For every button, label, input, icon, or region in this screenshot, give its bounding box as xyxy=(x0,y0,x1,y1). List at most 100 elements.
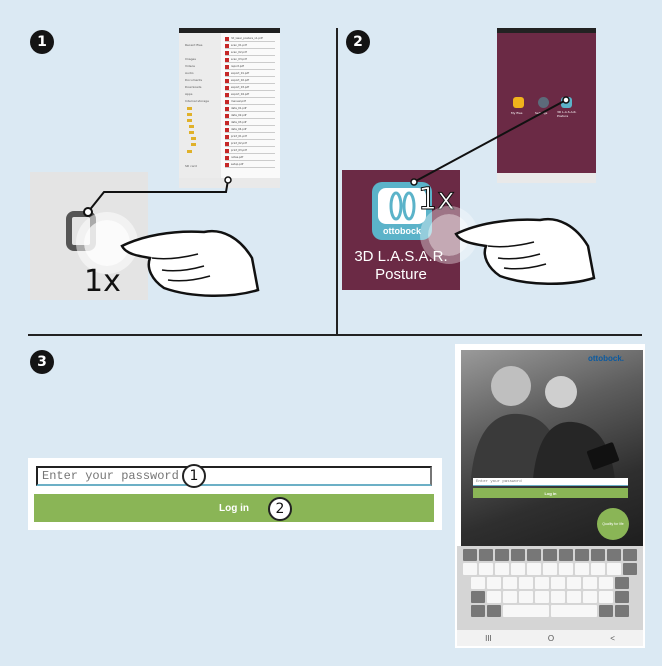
keyboard-key[interactable] xyxy=(487,605,501,617)
android-nav-bar xyxy=(497,173,596,183)
tap-count-label: 1x xyxy=(84,264,121,299)
keyboard-key[interactable] xyxy=(551,591,565,603)
keyboard-key[interactable] xyxy=(511,549,525,561)
file-row[interactable]: export_02.pdf xyxy=(225,79,275,84)
spacebar-key[interactable] xyxy=(551,605,597,617)
settings-app-icon[interactable] xyxy=(538,97,549,108)
keyboard-key[interactable] xyxy=(543,563,557,575)
keyboard-key[interactable] xyxy=(607,563,621,575)
file-row[interactable]: data_04.pdf xyxy=(225,128,275,133)
keyboard-key[interactable] xyxy=(519,577,533,589)
login-button[interactable]: Log in xyxy=(34,494,434,522)
password-input[interactable] xyxy=(36,466,432,486)
file-row[interactable]: print_02.pdf xyxy=(225,142,275,147)
sidebar-label[interactable]: Apps xyxy=(185,92,192,96)
keyboard-key[interactable] xyxy=(495,549,509,561)
keyboard-key[interactable] xyxy=(519,591,533,603)
keyboard-key[interactable] xyxy=(575,563,589,575)
keyboard-key[interactable] xyxy=(503,591,517,603)
file-row[interactable]: scan_03.pdf xyxy=(225,58,275,63)
step-badge-2: 2 xyxy=(346,30,370,54)
tablet-login-button[interactable]: Log in xyxy=(473,488,628,498)
home-icon[interactable]: O xyxy=(548,634,554,643)
keyboard-key[interactable] xyxy=(599,591,613,603)
file-row[interactable]: setup.pdf xyxy=(225,163,275,168)
file-row[interactable]: report.pdf xyxy=(225,65,275,70)
keyboard-key[interactable] xyxy=(487,591,501,603)
sidebar-label[interactable]: Images xyxy=(185,57,196,61)
keyboard-key[interactable] xyxy=(463,563,477,575)
file-row[interactable]: data_02.pdf xyxy=(225,114,275,119)
file-name: data_01.pdf xyxy=(231,107,247,110)
file-row[interactable]: notes.pdf xyxy=(225,156,275,161)
keyboard-key[interactable] xyxy=(527,563,541,575)
keyboard-key[interactable] xyxy=(599,577,613,589)
keyboard-key[interactable] xyxy=(535,577,549,589)
keyboard-key[interactable] xyxy=(599,605,613,617)
file-row[interactable]: data_03.pdf xyxy=(225,121,275,126)
pdf-file-icon xyxy=(225,156,229,160)
file-row[interactable]: scan_02.pdf xyxy=(225,51,275,56)
back-icon[interactable]: < xyxy=(610,634,615,643)
keyboard-key[interactable] xyxy=(567,577,581,589)
keyboard-key[interactable] xyxy=(551,577,565,589)
file-name: data_04.pdf xyxy=(231,128,247,131)
step-badge-1: 1 xyxy=(30,30,54,54)
marker-button: 2 xyxy=(268,497,292,521)
keyboard-key[interactable] xyxy=(615,577,629,589)
keyboard-key[interactable] xyxy=(495,563,509,575)
sidebar-label[interactable]: Videos xyxy=(185,64,195,68)
file-row[interactable]: export_04.pdf xyxy=(225,93,275,98)
keyboard-key[interactable] xyxy=(575,549,589,561)
file-row[interactable]: print_03.pdf xyxy=(225,149,275,154)
keyboard-key[interactable] xyxy=(527,549,541,561)
ottobock-brand-label: ottobock xyxy=(383,226,421,236)
sidebar-label[interactable]: Downloads xyxy=(185,85,201,89)
keyboard-key[interactable] xyxy=(623,563,637,575)
keyboard-key[interactable] xyxy=(479,549,493,561)
keyboard-key[interactable] xyxy=(471,591,485,603)
keyboard-key[interactable] xyxy=(615,591,629,603)
sidebar-label[interactable]: Internal storage xyxy=(185,99,209,103)
file-row[interactable]: export_03.pdf xyxy=(225,86,275,91)
file-row[interactable]: print_01.pdf xyxy=(225,135,275,140)
keyboard-key[interactable] xyxy=(487,577,501,589)
keyboard-key[interactable] xyxy=(479,563,493,575)
tap-count-label: 1x xyxy=(418,182,456,218)
keyboard-key[interactable] xyxy=(559,549,573,561)
file-row[interactable]: scan_01.pdf xyxy=(225,44,275,49)
keyboard-key[interactable] xyxy=(607,549,621,561)
keyboard-key[interactable] xyxy=(591,563,605,575)
recent-apps-icon[interactable]: III xyxy=(485,634,492,643)
keyboard-key[interactable] xyxy=(463,549,477,561)
folder-icon xyxy=(187,119,192,122)
keyboard-key[interactable] xyxy=(583,591,597,603)
keyboard-key[interactable] xyxy=(591,549,605,561)
keyboard-key[interactable] xyxy=(615,605,629,617)
keyboard-key[interactable] xyxy=(503,577,517,589)
file-row[interactable]: 3d_lasar_posture_v1.pdf xyxy=(225,37,275,42)
sidebar-label[interactable]: Documents xyxy=(185,78,202,82)
file-row[interactable]: manual.pdf xyxy=(225,100,275,105)
keyboard-row xyxy=(460,591,640,603)
sidebar-label[interactable]: Audio xyxy=(185,71,194,75)
keyboard-key[interactable] xyxy=(559,563,573,575)
my-files-app-icon[interactable] xyxy=(513,97,524,108)
keyboard-key[interactable] xyxy=(543,549,557,561)
keyboard-key[interactable] xyxy=(567,591,581,603)
keyboard-key[interactable] xyxy=(583,577,597,589)
home-screen: My files Settings 3D L.A.S.A.R. Posture xyxy=(497,28,596,183)
keyboard-key[interactable] xyxy=(623,549,637,561)
file-row[interactable]: data_01.pdf xyxy=(225,107,275,112)
keyboard-key[interactable] xyxy=(471,577,485,589)
spacebar-key[interactable] xyxy=(503,605,549,617)
keyboard-key[interactable] xyxy=(535,591,549,603)
sidebar-label[interactable]: SD card xyxy=(185,164,197,168)
lasar-app-icon-small[interactable] xyxy=(561,97,572,108)
file-row[interactable]: export_01.pdf xyxy=(225,72,275,77)
pdf-file-icon xyxy=(225,142,229,146)
tablet-password-input[interactable]: Enter your password xyxy=(473,478,628,486)
keyboard-key[interactable] xyxy=(511,563,525,575)
keyboard-key[interactable] xyxy=(471,605,485,617)
sidebar-label[interactable]: Recent files xyxy=(185,43,202,47)
